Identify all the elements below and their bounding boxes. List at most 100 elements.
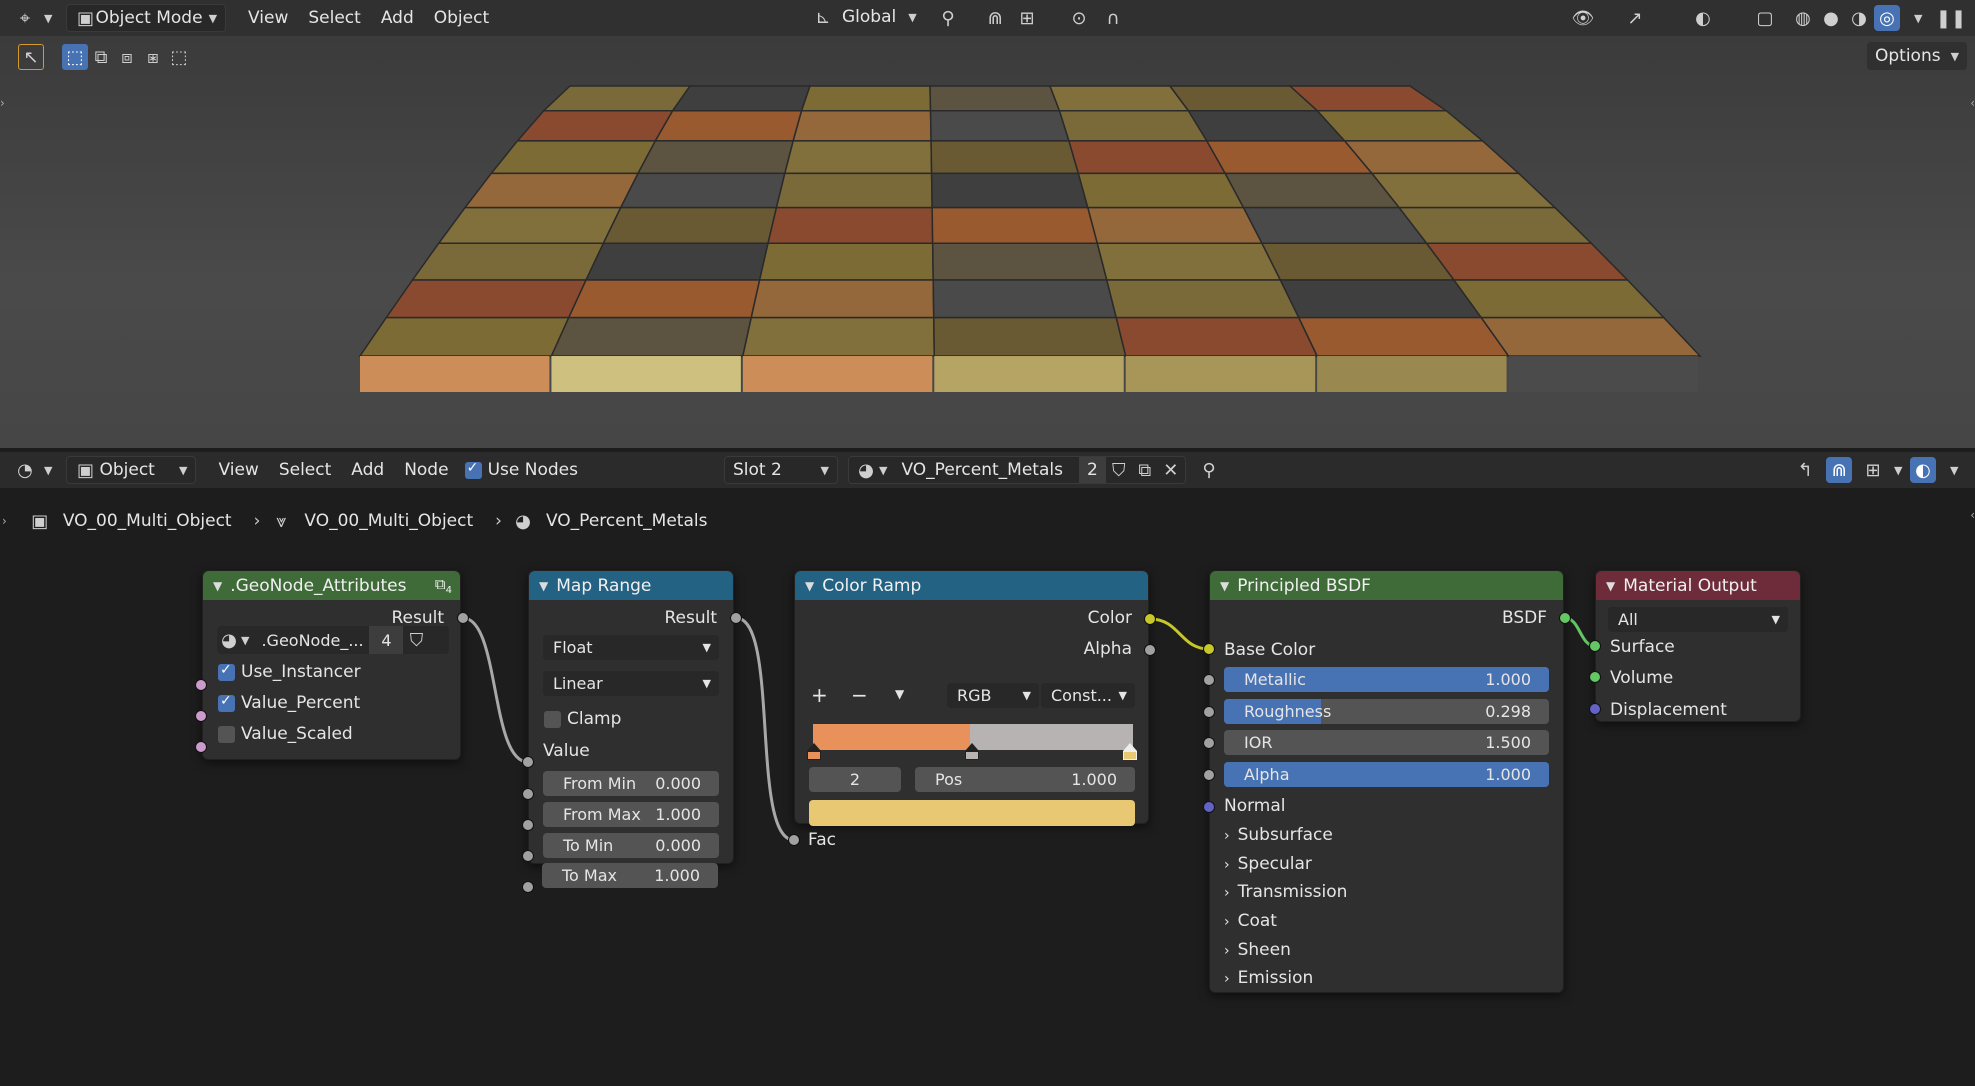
socket-alpha-in[interactable] (1203, 769, 1215, 781)
shader-type-dropdown[interactable]: ▣ Object ▼ (66, 456, 197, 484)
material-browse-icon[interactable]: ◕ (853, 457, 879, 483)
value-scaled-checkbox[interactable] (218, 726, 235, 743)
datablock-user-count[interactable]: 4 (369, 626, 404, 654)
pin-icon[interactable]: ⚲ (1196, 457, 1222, 483)
snap-icon[interactable]: ⋒ (1826, 457, 1852, 483)
snap-target-icon[interactable]: ⊞ (1014, 5, 1040, 31)
visibility-icon[interactable]: 👁 (1570, 5, 1596, 31)
chevron-down-icon[interactable]: ▼ (1220, 579, 1229, 593)
socket-color-out[interactable] (1144, 613, 1156, 625)
value-percent-checkbox[interactable] (218, 693, 235, 712)
shader-editor-icon[interactable]: ◔ (12, 457, 38, 483)
node-group-datablock[interactable]: ◕ ▼ .GeoNode_... 4 ⛉ (217, 626, 449, 654)
node-header[interactable]: ▼ Material Output (1596, 571, 1800, 600)
solid-shading-icon[interactable]: ● (1818, 5, 1844, 31)
stop-pos-field[interactable]: Pos 1.000 (915, 767, 1135, 792)
active-stop-color[interactable] (809, 800, 1135, 826)
menu-add[interactable]: Add (371, 4, 424, 32)
proportional-edit-icon[interactable]: ⊙ (1066, 5, 1092, 31)
datablock-name[interactable]: .GeoNode_... (261, 631, 369, 650)
socket-roughness-in[interactable] (1203, 706, 1215, 718)
node-header[interactable]: ▼ Map Range (529, 571, 733, 600)
menu-view[interactable]: View (208, 456, 268, 484)
panel-subsurface[interactable]: › Subsurface (1224, 825, 1333, 845)
socket-volume-in[interactable] (1589, 671, 1601, 683)
use-nodes-checkbox[interactable] (464, 460, 482, 479)
use-instancer-checkbox[interactable] (218, 662, 235, 681)
node-map-range[interactable]: ▼ Map Range Result Float ▼ Linear ▼ Clam… (528, 570, 734, 864)
socket-normal-in[interactable] (1203, 801, 1215, 813)
falloff-icon[interactable]: ∩ (1100, 5, 1126, 31)
socket-result-out[interactable] (457, 612, 469, 624)
unlink-icon[interactable]: ✕ (1158, 457, 1184, 483)
gizmo-icon[interactable]: ↗ (1622, 5, 1648, 31)
node-editor-canvas[interactable]: › ▣ VO_00_Multi_Object › ⩔ VO_00_Multi_O… (0, 488, 1975, 1086)
to-max-field[interactable]: To Max 1.000 (542, 863, 718, 888)
remove-stop-icon[interactable]: − (851, 683, 868, 707)
fake-user-icon[interactable]: ⛉ (1106, 457, 1132, 483)
panel-coat[interactable]: › Coat (1224, 911, 1277, 931)
socket-metallic-in[interactable] (1203, 674, 1215, 686)
stop-index-field[interactable]: 2 (809, 767, 901, 792)
menu-select[interactable]: Select (298, 4, 370, 32)
active-stop-marker-icon[interactable] (1123, 743, 1137, 751)
chevron-down-icon[interactable]: ▼ (539, 579, 548, 593)
chevron-down-icon[interactable]: ▼ (44, 464, 52, 477)
node-header[interactable]: ▼ Color Ramp (795, 571, 1148, 600)
panel-specular[interactable]: › Specular (1224, 854, 1312, 874)
material-name[interactable]: VO_Percent_Metals (901, 460, 1062, 480)
pivot-icon[interactable]: ⚲ (935, 5, 961, 31)
chevron-down-icon[interactable]: ▼ (213, 579, 222, 593)
stop-marker-icon[interactable] (807, 743, 821, 751)
from-max-field[interactable]: From Max 1.000 (543, 802, 719, 827)
chevron-down-icon[interactable]: ▼ (895, 687, 904, 701)
roughness-field[interactable]: Roughness 0.298 (1224, 699, 1549, 724)
menu-node[interactable]: Node (394, 456, 458, 484)
menu-object[interactable]: Object (424, 4, 499, 32)
socket-displacement-in[interactable] (1589, 703, 1601, 715)
fake-user-icon[interactable]: ⛉ (403, 627, 429, 653)
ior-field[interactable]: IOR 1.500 (1224, 730, 1549, 755)
socket-to-min-in[interactable] (522, 850, 534, 862)
clamp-checkbox[interactable] (544, 711, 561, 728)
node-group-icon[interactable]: ⧉4 (435, 575, 452, 596)
from-min-field[interactable]: From Min 0.000 (543, 771, 719, 796)
user-count[interactable]: 2 (1078, 457, 1106, 483)
menu-view[interactable]: View (238, 4, 298, 32)
chevron-down-icon[interactable]: ▼ (44, 12, 52, 25)
alpha-field[interactable]: Alpha 1.000 (1224, 762, 1549, 787)
material-selector[interactable]: ◕ ▼ VO_Percent_Metals 2 ⛉ ⧉ ✕ (848, 456, 1186, 484)
panel-transmission[interactable]: › Transmission (1224, 882, 1347, 902)
chevron-down-icon[interactable]: ▼ (241, 634, 249, 647)
chevron-down-icon[interactable]: ▼ (805, 579, 814, 593)
pause-icon[interactable]: ❚❚ (1936, 5, 1966, 31)
material-shading-icon[interactable]: ◑ (1846, 5, 1872, 31)
chevron-down-icon[interactable]: ▼ (1914, 12, 1922, 25)
target-dropdown[interactable]: All ▼ (1608, 607, 1788, 632)
interpolation-dropdown[interactable]: Linear ▼ (543, 671, 719, 696)
socket-surface-in[interactable] (1589, 640, 1601, 652)
socket-to-max-in[interactable] (522, 881, 534, 893)
parent-node-tree-icon[interactable]: ↰ (1792, 457, 1818, 483)
node-tree-icon[interactable]: ◕ (217, 627, 241, 653)
socket-result-out[interactable] (730, 612, 742, 624)
snap-icon[interactable]: ⋒ (982, 5, 1008, 31)
stop-marker-icon[interactable] (965, 743, 979, 751)
socket-base-color-in[interactable] (1203, 643, 1215, 655)
add-stop-icon[interactable]: + (811, 683, 828, 707)
node-material-output[interactable]: ▼ Material Output All ▼ Surface Volume D… (1595, 570, 1801, 722)
color-mode-dropdown[interactable]: RGB ▼ (947, 683, 1039, 708)
node-header[interactable]: ▼ Principled BSDF (1210, 571, 1563, 600)
socket-ior-in[interactable] (1203, 737, 1215, 749)
socket-alpha-out[interactable] (1144, 644, 1156, 656)
mode-dropdown[interactable]: ▣ Object Mode ▼ (66, 4, 227, 32)
socket-from-max-in[interactable] (522, 819, 534, 831)
editor-type-icon[interactable]: ⌖ (12, 5, 38, 31)
node-principled-bsdf[interactable]: ▼ Principled BSDF BSDF Base Color Metall… (1209, 570, 1564, 993)
socket-from-min-in[interactable] (522, 788, 534, 800)
snap-grid-icon[interactable]: ⊞ (1860, 457, 1886, 483)
socket-value-percent-in[interactable] (195, 710, 207, 722)
menu-select[interactable]: Select (269, 456, 341, 484)
slot-dropdown[interactable]: Slot 2 ▼ (724, 456, 838, 484)
metallic-field[interactable]: Metallic 1.000 (1224, 667, 1549, 692)
